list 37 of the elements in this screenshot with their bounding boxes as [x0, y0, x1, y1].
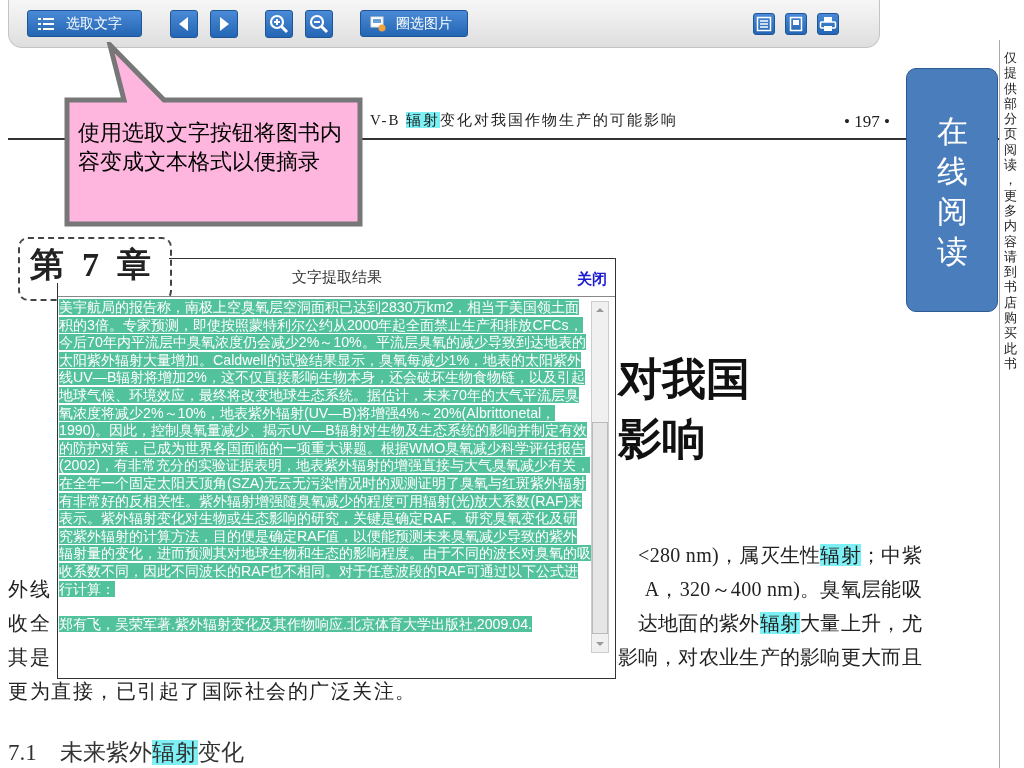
- print-icon: [819, 15, 837, 32]
- page-icon: [788, 15, 804, 32]
- body-text: 更为直接，已引起了国际社会的广泛关注。: [8, 679, 417, 704]
- page-number: • 197 •: [844, 110, 890, 133]
- scroll-thumb[interactable]: [592, 422, 608, 634]
- zoom-out-icon: [309, 13, 329, 34]
- zoom-in-icon: [269, 13, 289, 34]
- select-text-button[interactable]: 选取文字: [27, 10, 142, 37]
- online-reading-panel[interactable]: 在线阅读: [906, 68, 998, 312]
- notice-text: 仅提供部分页阅读，更多内容请到书店购买此书: [1004, 50, 1017, 372]
- dialog-title: 文字提取结果: [291, 267, 382, 288]
- zoom-in-button[interactable]: [265, 9, 293, 38]
- panel-title: 在线阅读: [936, 112, 968, 271]
- chapter-title: 影响: [618, 412, 707, 466]
- body-text: 收全: [8, 611, 51, 636]
- print-button[interactable]: [817, 12, 839, 35]
- body-text: A，320～400 nm)。臭氧层能吸: [644, 577, 922, 603]
- picture-icon: [370, 15, 386, 32]
- body-text: 其是: [8, 645, 51, 670]
- text-view-button[interactable]: [753, 12, 775, 35]
- chapter-label: 第7章: [30, 246, 169, 283]
- right-arrow-icon: [219, 16, 229, 31]
- list-icon: [38, 16, 54, 31]
- callout-text: 使用选取文字按钮将图书内容变成文本格式以便摘录: [78, 120, 342, 174]
- left-arrow-icon: [179, 16, 189, 31]
- page-view-button[interactable]: [785, 12, 807, 35]
- next-page-button[interactable]: [210, 9, 238, 38]
- body-text: 达地面的紫外辐射大量上升，尤: [637, 611, 922, 636]
- body-text: 影响，对农业生产的影响更大而且: [617, 645, 922, 670]
- chapter-title: 对我国: [618, 352, 750, 406]
- close-button[interactable]: 关闭: [577, 268, 607, 291]
- body-text: 外线: [8, 577, 51, 602]
- text-lines-icon: [756, 15, 772, 32]
- previous-page-button[interactable]: [170, 9, 198, 38]
- select-image-button[interactable]: 圈选图片: [360, 10, 468, 37]
- scrollbar[interactable]: [591, 301, 609, 653]
- zoom-out-button[interactable]: [305, 9, 333, 38]
